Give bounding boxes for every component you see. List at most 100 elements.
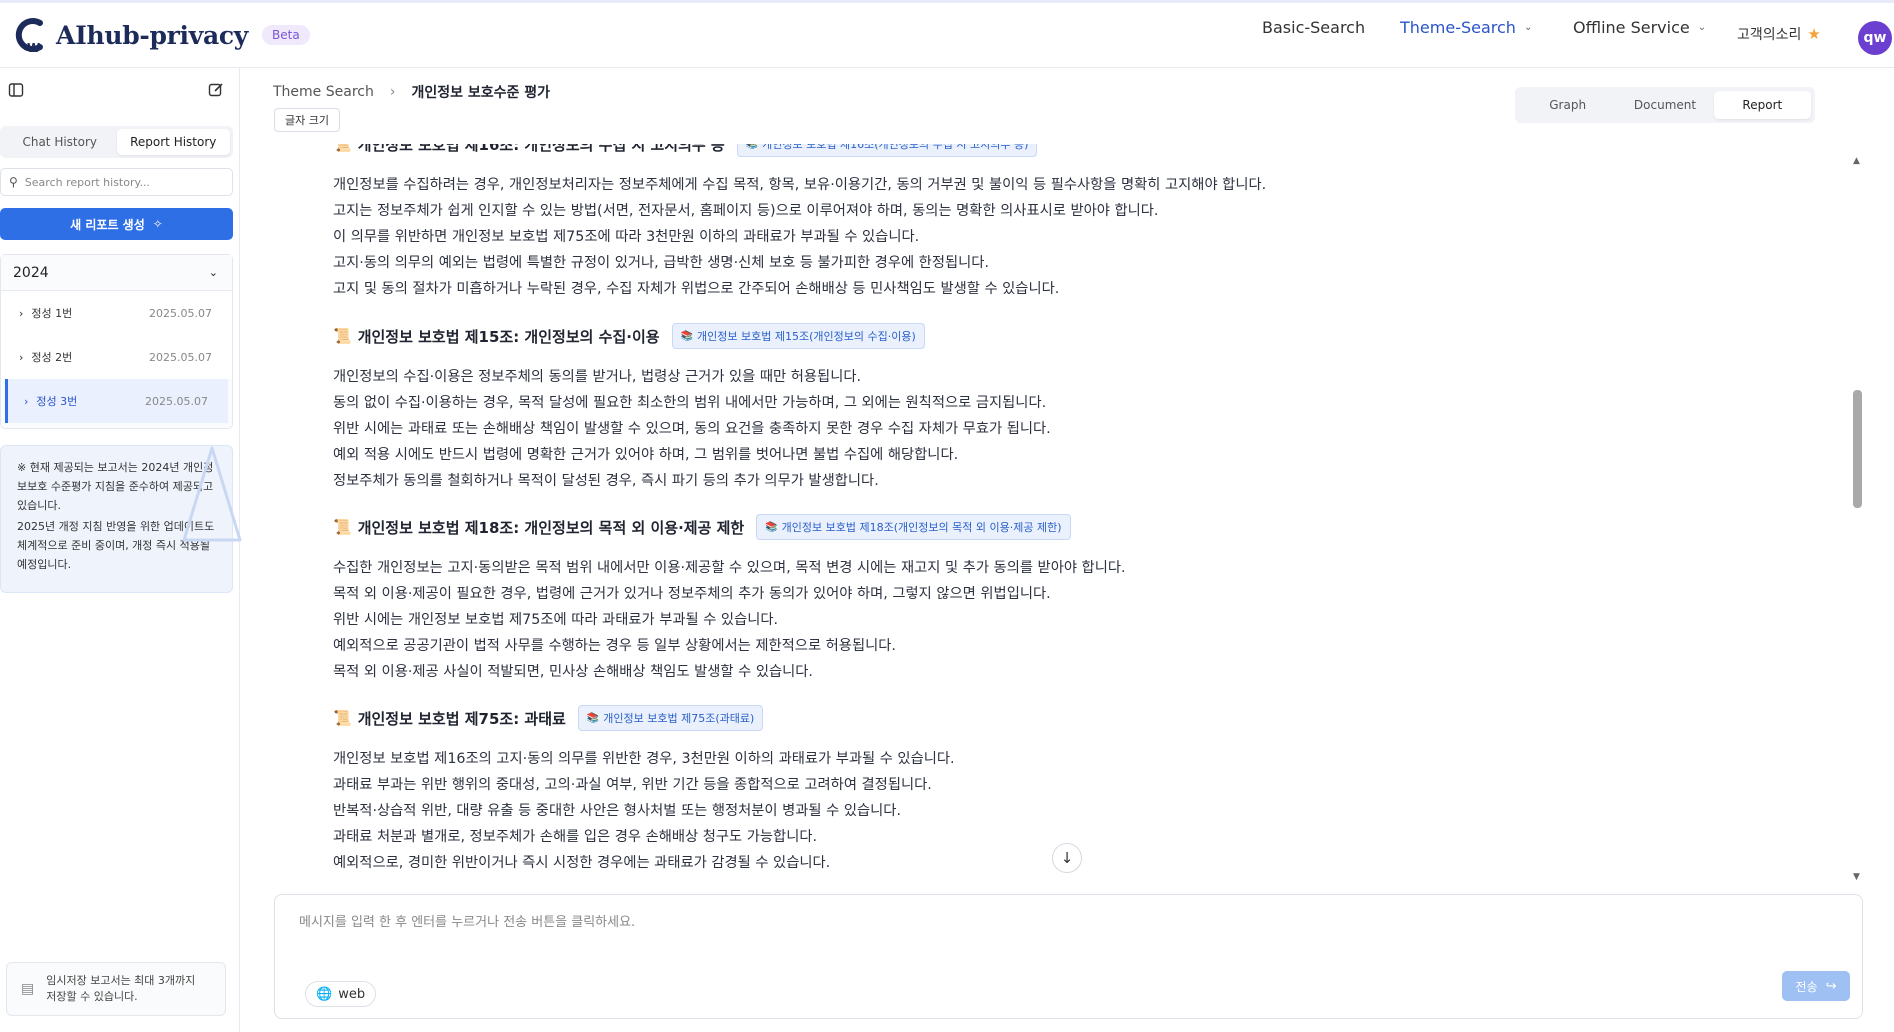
tab-chat-history[interactable]: Chat History [3,129,117,155]
nav-label: Theme-Search [1400,17,1516,37]
paragraph-line: 예외적으로, 경미한 위반이거나 즉시 시정한 경우에는 과태료가 감경될 수 … [333,855,831,871]
web-label: web [338,986,366,1002]
tab-document[interactable]: Document [1616,91,1713,119]
paragraph-line: 예외 적용 시에도 반드시 법령에 명확한 근거가 있어야 하며, 그 범위를 … [333,447,959,463]
report-search-input[interactable]: ⚲ Search report history... [0,168,233,196]
scroll-icon: 📜 [333,518,352,536]
paragraph-line: 고지는 정보주체가 쉽게 인지할 수 있는 방법(서면, 전자문서, 홈페이지 … [333,203,1159,219]
star-icon: ★ [1807,25,1821,43]
paragraph-line: 목적 외 이용·제공이 필요한 경우, 법령에 근거가 있거나 정보주체의 추가… [333,586,1051,602]
paragraph-line: 과태료 부과는 위반 행위의 중대성, 고의·과실 여부, 위반 기간 등을 종… [333,777,932,793]
report-section: 📜 개인정보 보호법 제15조: 개인정보의 수집·이용 📚 개인정보 보호법 제… [333,322,1051,494]
report-item-selected[interactable]: › 정성 3번 2025.05.07 [5,379,228,423]
scroll-icon: 📜 [333,144,352,153]
chevron-down-icon: ⌄ [1523,21,1533,33]
law-chip-label: 개인정보 보호법 제15조(개인정보의 수집·이용) [697,330,916,343]
report-label: 정성 1번 [31,307,73,320]
scroll-up-icon[interactable]: ▲ [1853,156,1860,166]
section-title: 개인정보 보호법 제18조: 개인정보의 목적 외 이용·제공 제한 [357,518,745,537]
message-input-area[interactable]: 메시지를 입력 한 후 엔터를 누르거나 전송 버튼을 클릭하세요. 🌐 web… [274,894,1863,1019]
logo-mark-icon: W [10,15,50,55]
breadcrumb-root[interactable]: Theme Search [273,84,374,100]
nav-offline-service[interactable]: Offline Service ⌄ [1573,18,1706,37]
paragraph-line: 과태료 처분과 별개로, 정보주체가 손해를 입은 경우 손해배상 청구도 가능… [333,829,818,845]
temp-save-text: 임시저장 보고서는 최대 3개까지 저장할 수 있습니다. [46,974,196,1003]
send-label: 전송 [1795,979,1818,994]
law-reference-chip[interactable]: 📚 개인정보 보호법 제15조(개인정보의 수집·이용) [671,323,925,349]
search-placeholder: Search report history... [24,175,150,189]
section-title: 개인정보 보호법 제16조: 개인정보의 수집 시 고지의무 등 [357,144,725,154]
section-title: 개인정보 보호법 제15조: 개인정보의 수집·이용 [357,327,660,346]
user-avatar[interactable]: qw [1858,21,1892,55]
report-date: 2025.05.07 [149,350,212,364]
report-section: 📜 개인정보 보호법 제75조: 과태료 📚 개인정보 보호법 제75조(과태료)… [333,704,955,876]
chevron-right-icon: › [389,84,396,100]
year-label: 2024 [13,264,49,281]
logo-text: AIhub-privacy [56,20,249,50]
nav-basic-search[interactable]: Basic-Search [1262,18,1365,37]
report-item[interactable]: › 정성 1번 2025.05.07 [1,291,232,335]
law-reference-chip[interactable]: 📚 개인정보 보호법 제16조(개인정보의 수집 시 고지의무 등) [736,144,1038,157]
law-chip-label: 개인정보 보호법 제16조(개인정보의 수집 시 고지의무 등) [762,144,1029,151]
book-icon: 📚 [765,521,778,533]
paragraph-line: 고지·동의 의무의 예외는 법령에 특별한 규정이 있거나, 급박한 생명·신체… [333,255,989,271]
paragraph-line: 고지 및 동의 절차가 미흡하거나 누락된 경우, 수집 자체가 위법으로 간주… [333,281,1060,297]
view-tabs: Graph Document Report [1515,87,1815,123]
sparkle-icon: ✧ [152,217,163,231]
message-input[interactable]: 메시지를 입력 한 후 엔터를 누르거나 전송 버튼을 클릭하세요. [299,911,635,930]
scroll-down-icon[interactable]: ▼ [1853,872,1860,882]
warning-icon [182,446,242,542]
arrow-down-icon: ↓ [1060,849,1074,867]
chevron-right-icon: › [19,351,24,364]
nav-label: Offline Service [1573,17,1690,37]
paragraph-line: 반복적·상습적 위반, 대량 유출 등 중대한 사안은 형사처벌 또는 행정처분… [333,803,901,819]
nav-customer-voice[interactable]: 고객의소리 ★ [1737,24,1821,44]
temp-save-note: ▤ 임시저장 보고서는 최대 3개까지 저장할 수 있습니다. [6,962,226,1016]
report-label: 정성 2번 [31,351,73,364]
paragraph-line: 위반 시에는 과태료 또는 손해배상 책임이 발생할 수 있으며, 동의 요건을… [333,421,1051,437]
app-logo[interactable]: W AIhub-privacy Beta [10,15,310,55]
tab-report-history[interactable]: Report History [116,129,230,155]
chevron-right-icon: › [24,395,29,408]
chevron-down-icon: ⌄ [208,266,218,279]
report-item[interactable]: › 정성 2번 2025.05.07 [1,335,232,379]
tab-graph[interactable]: Graph [1519,91,1616,119]
scroll-icon: 📜 [333,327,352,345]
book-icon: 📚 [745,144,759,150]
law-reference-chip[interactable]: 📚 개인정보 보호법 제75조(과태료) [577,705,764,731]
nav-theme-search[interactable]: Theme-Search ⌄ [1400,18,1532,37]
beta-badge: Beta [262,25,310,45]
sidebar-toggle-icon[interactable] [8,82,24,102]
report-date: 2025.05.07 [149,306,212,320]
law-chip-label: 개인정보 보호법 제75조(과태료) [603,712,755,725]
breadcrumb: Theme Search › 개인정보 보호수준 평가 [273,82,550,102]
top-header: W AIhub-privacy Beta Basic-Search Theme-… [0,0,1894,68]
paragraph-line: 동의 없이 수집·이용하는 경우, 목적 달성에 필요한 최소한의 범위 내에서… [333,395,1047,411]
send-arrow-icon: ↪ [1825,978,1837,994]
tab-report[interactable]: Report [1713,91,1811,119]
web-search-toggle[interactable]: 🌐 web [305,981,377,1007]
breadcrumb-current: 개인정보 보호수준 평가 [411,85,551,101]
paragraph-line: 정보주체가 동의를 철회하거나 목적이 달성된 경우, 즉시 파기 등의 추가 … [333,473,879,489]
paragraph-line: 위반 시에는 개인정보 보호법 제75조에 따라 과태료가 부과될 수 있습니다… [333,612,779,628]
paragraph-line: 이 의무를 위반하면 개인정보 보호법 제75조에 따라 3천만원 이하의 과태… [333,229,920,245]
send-button[interactable]: 전송 ↪ [1782,971,1850,1001]
book-icon: 📚 [680,330,694,342]
report-section: 📜 개인정보 보호법 제18조: 개인정보의 목적 외 이용·제공 제한 📚 개인… [333,513,1126,685]
chevron-down-icon: ⌄ [1697,21,1707,33]
scroll-to-bottom-button[interactable]: ↓ [1052,843,1082,873]
scrollbar-thumb[interactable] [1853,390,1862,508]
paragraph-line: 수집한 개인정보는 고지·동의받은 목적 범위 내에서만 이용·제공할 수 있으… [333,560,1126,576]
law-chip-label: 개인정보 보호법 제18조(개인정보의 목적 외 이용·제공 제한) [781,521,1062,534]
main-area: Theme Search › 개인정보 보호수준 평가 글자 크기 Graph … [241,68,1894,1032]
new-chat-icon[interactable] [208,82,224,102]
law-reference-chip[interactable]: 📚 개인정보 보호법 제18조(개인정보의 목적 외 이용·제공 제한) [756,514,1071,540]
report-date: 2025.05.07 [145,394,208,408]
content-scrollbar[interactable]: ▲ ▼ [1852,156,1864,886]
history-tabs: Chat History Report History [0,126,233,158]
new-report-button[interactable]: 새 리포트 생성 ✧ [0,208,233,240]
scroll-icon: 📜 [333,709,352,727]
year-group-header[interactable]: 2024 ⌄ [1,255,232,291]
report-label: 정성 3번 [36,395,78,408]
font-size-button[interactable]: 글자 크기 [274,108,340,132]
